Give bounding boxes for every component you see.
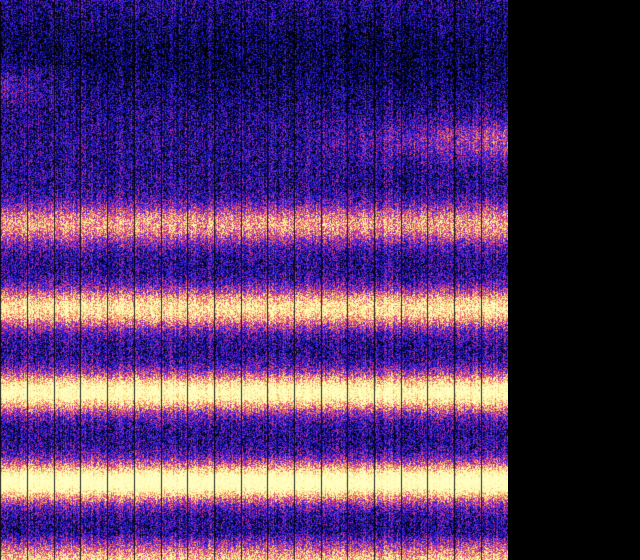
empty-black-panel: [508, 0, 640, 560]
spectrogram-canvas: [0, 0, 508, 560]
spectrogram-view: [0, 0, 640, 560]
